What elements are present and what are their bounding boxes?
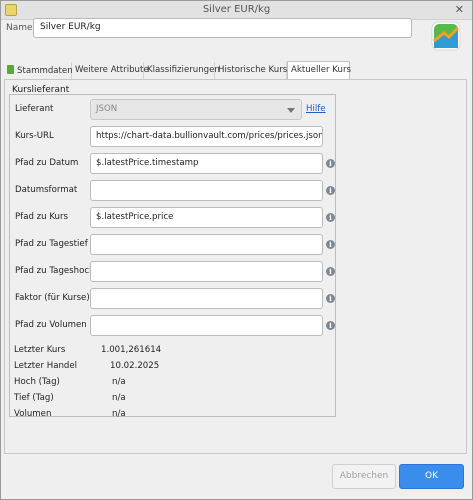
window-title: Silver EUR/kg bbox=[202, 4, 271, 15]
volume-path-input[interactable] bbox=[90, 315, 323, 336]
volume-value: n/a bbox=[112, 409, 126, 419]
low-value: n/a bbox=[112, 393, 126, 403]
tab-label: Stammdaten bbox=[17, 66, 73, 76]
info-icon[interactable]: i bbox=[326, 159, 335, 168]
low-path-label: Pfad zu Tagestief bbox=[15, 239, 88, 249]
low-path-input[interactable] bbox=[90, 234, 323, 255]
last-price-label: Letzter Kurs bbox=[14, 345, 66, 355]
price-path-label: Pfad zu Kurs bbox=[15, 212, 69, 222]
url-label: Kurs-URL bbox=[15, 131, 54, 141]
provider-label: Lieferant bbox=[15, 104, 54, 114]
info-icon[interactable]: i bbox=[326, 294, 335, 303]
tab-label: Weitere Attribute bbox=[75, 65, 149, 75]
info-icon[interactable]: i bbox=[326, 186, 335, 195]
provider-selected: JSON bbox=[96, 104, 118, 114]
info-icon[interactable]: i bbox=[326, 240, 335, 249]
low-label: Tief (Tag) bbox=[14, 393, 54, 403]
last-trade-value: 10.02.2025 bbox=[110, 361, 160, 371]
high-path-label: Pfad zu Tageshoch bbox=[15, 266, 95, 276]
group-title: Kurslieferant bbox=[12, 85, 70, 95]
help-link[interactable]: Hilfe bbox=[306, 104, 326, 114]
provider-select[interactable]: JSON bbox=[90, 99, 302, 120]
tab-label: Aktueller Kurs bbox=[291, 65, 351, 75]
tab-historische-kurse[interactable]: Historische Kurse bbox=[215, 62, 293, 79]
date-format-input[interactable] bbox=[90, 180, 323, 201]
last-trade-label: Letzter Handel bbox=[14, 361, 78, 371]
volume-path-label: Pfad zu Volumen bbox=[15, 320, 87, 330]
info-icon[interactable]: i bbox=[326, 213, 335, 222]
info-icon[interactable]: i bbox=[326, 321, 335, 330]
price-path-input[interactable]: $.latestPrice.price bbox=[90, 207, 323, 228]
info-icon[interactable]: i bbox=[326, 267, 335, 276]
tab-aktueller-kurs[interactable]: Aktueller Kurs bbox=[287, 61, 351, 80]
dialog-window: Silver EUR/kg ✕ Name Silver EUR/kg Stamm… bbox=[0, 0, 473, 500]
date-format-label: Datumsformat bbox=[15, 185, 78, 195]
ok-button[interactable]: OK bbox=[399, 464, 464, 489]
high-label: Hoch (Tag) bbox=[14, 377, 60, 387]
tab-stammdaten[interactable]: Stammdaten bbox=[4, 62, 73, 79]
date-path-label: Pfad zu Datum bbox=[15, 158, 79, 168]
volume-label: Volumen bbox=[14, 409, 52, 419]
factor-label: Faktor (für Kurse) bbox=[15, 293, 90, 303]
tab-weitere-attribute[interactable]: Weitere Attribute bbox=[72, 62, 149, 79]
cancel-button[interactable]: Abbrechen bbox=[332, 464, 396, 489]
high-value: n/a bbox=[112, 377, 126, 387]
chart-logo-icon bbox=[431, 21, 461, 51]
name-label: Name bbox=[6, 23, 33, 33]
name-input[interactable]: Silver EUR/kg bbox=[33, 18, 412, 38]
date-path-input[interactable]: $.latestPrice.timestamp bbox=[90, 153, 323, 174]
url-input[interactable]: https://chart-data.bullionvault.com/pric… bbox=[90, 126, 323, 147]
tab-klassifizierungen[interactable]: Klassifizierungen bbox=[144, 62, 220, 79]
high-path-input[interactable] bbox=[90, 261, 323, 282]
chevron-down-icon bbox=[287, 108, 295, 113]
last-price-value: 1.001,261614 bbox=[101, 345, 162, 355]
tab-panel: Kurslieferant Lieferant JSON Hilfe Kurs-… bbox=[4, 79, 467, 454]
close-icon[interactable]: ✕ bbox=[455, 3, 464, 16]
tab-label: Historische Kurse bbox=[218, 65, 293, 75]
tab-label: Klassifizierungen bbox=[147, 65, 220, 75]
document-icon bbox=[7, 65, 14, 74]
factor-input[interactable] bbox=[90, 288, 323, 309]
